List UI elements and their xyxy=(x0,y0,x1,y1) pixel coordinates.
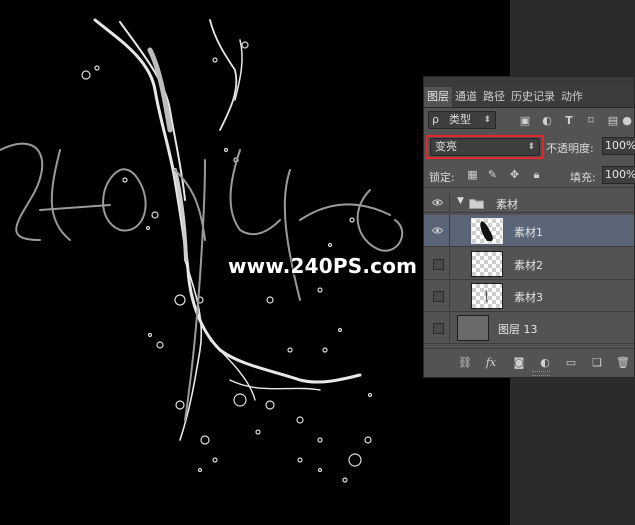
lock-position-move-icon[interactable]: ✥ xyxy=(508,168,521,181)
lock-transparent-pixels-icon[interactable]: ▦ xyxy=(466,168,479,181)
fill-label: 填充: xyxy=(570,171,596,184)
layer-name: 素材3 xyxy=(514,291,543,304)
lock-fill-row: 锁定: ▦ ✎ ✥ 🔒︎ 填充: 100% xyxy=(424,163,635,188)
tab-layers[interactable]: 图层 xyxy=(424,87,452,107)
layer-group-row[interactable]: ▼ 素材 xyxy=(424,193,634,213)
blend-mode-value: 变亮 xyxy=(435,140,457,153)
tab-actions[interactable]: 动作 xyxy=(558,87,586,107)
blend-mode-dropdown[interactable]: 变亮 ⬍ xyxy=(430,138,540,156)
panel-tab-bar: 图层 通道 路径 历史记录 动作 xyxy=(424,77,634,108)
trash-icon[interactable]: 🗑︎ xyxy=(616,356,630,370)
eye-icon xyxy=(432,227,443,234)
watermark-url: www.240PS.com xyxy=(228,254,418,278)
hidden-visibility-box xyxy=(433,323,444,334)
link-layers-icon[interactable]: ⛓︎ xyxy=(458,356,472,370)
layer-row-13[interactable]: 图层 13 xyxy=(424,312,634,344)
layer-filter-row: ρ 类型 ⬍ ▣ ◐ T ⌑ ▤ ● xyxy=(424,107,634,133)
fill-input[interactable]: 100% xyxy=(602,166,635,184)
resize-grip[interactable] xyxy=(532,371,550,376)
tab-history[interactable]: 历史记录 xyxy=(508,87,558,107)
filter-toggle-icon[interactable]: ● xyxy=(622,114,632,127)
layer-row-1[interactable]: 素材1 xyxy=(424,215,634,247)
layer-thumbnail xyxy=(471,218,503,244)
layer-row-2[interactable]: 素材2 xyxy=(424,248,634,280)
layer-kind-label: 类型 xyxy=(449,113,471,126)
expand-triangle-icon[interactable]: ▼ xyxy=(457,196,464,206)
visibility-toggle[interactable] xyxy=(424,312,450,343)
visibility-toggle[interactable] xyxy=(424,193,450,212)
layer-name: 素材2 xyxy=(514,259,543,272)
chevron-updown-icon: ⬍ xyxy=(483,115,491,125)
layer-name: 素材1 xyxy=(514,226,543,239)
visibility-toggle[interactable] xyxy=(424,248,450,279)
pixel-layer-filter-icon[interactable]: ▣ xyxy=(518,114,532,127)
lock-all-icon[interactable]: 🔒︎ xyxy=(530,168,543,181)
layers-bottom-toolbar: ⛓︎ fx ◙ ◐ ▭ ❏ 🗑︎ xyxy=(424,348,634,377)
smart-object-filter-icon[interactable]: ▤ xyxy=(606,114,620,127)
lock-image-pixels-brush-icon[interactable]: ✎ xyxy=(486,168,499,181)
tab-channels[interactable]: 通道 xyxy=(452,87,480,107)
fx-layer-style-icon[interactable]: fx xyxy=(484,356,498,370)
layer-name: 图层 13 xyxy=(498,323,538,336)
blend-opacity-row: 变亮 ⬍ 不透明度: 100% xyxy=(424,133,635,159)
lock-label: 锁定: xyxy=(429,171,455,184)
adjustment-layer-filter-icon[interactable]: ◐ xyxy=(540,114,554,127)
layer-list: ▼ 素材 素材1 素材2 素材3 图层 13 xyxy=(424,188,634,348)
layer-thumbnail xyxy=(457,315,489,341)
visibility-toggle[interactable] xyxy=(424,280,450,311)
layer-kind-filter-dropdown[interactable]: ρ 类型 ⬍ xyxy=(428,111,496,129)
visibility-toggle[interactable] xyxy=(424,215,450,246)
hidden-visibility-box xyxy=(433,291,444,302)
type-layer-filter-icon[interactable]: T xyxy=(562,114,576,127)
panel-drag-handle[interactable] xyxy=(424,77,634,87)
layer-name: 素材 xyxy=(496,198,518,211)
opacity-label: 不透明度: xyxy=(546,142,594,155)
eye-icon xyxy=(432,199,443,206)
adjustment-layer-icon[interactable]: ◐ xyxy=(538,356,552,370)
tab-paths[interactable]: 路径 xyxy=(480,87,508,107)
opacity-input[interactable]: 100% xyxy=(602,137,635,155)
new-group-folder-icon[interactable]: ▭ xyxy=(564,356,578,370)
folder-icon xyxy=(469,199,484,209)
layer-row-3[interactable]: 素材3 xyxy=(424,280,634,312)
layer-thumbnail xyxy=(471,283,503,309)
chevron-updown-icon: ⬍ xyxy=(527,142,535,152)
shape-layer-filter-icon[interactable]: ⌑ xyxy=(584,114,598,127)
layers-panel: 图层 通道 路径 历史记录 动作 ρ 类型 ⬍ ▣ ◐ T ⌑ ▤ ● 变亮 ⬍… xyxy=(423,76,635,378)
hidden-visibility-box xyxy=(433,259,444,270)
layer-thumbnail xyxy=(471,251,503,277)
new-layer-icon[interactable]: ❏ xyxy=(590,356,604,370)
add-mask-icon[interactable]: ◙ xyxy=(512,356,526,370)
search-icon: ρ xyxy=(432,113,439,126)
